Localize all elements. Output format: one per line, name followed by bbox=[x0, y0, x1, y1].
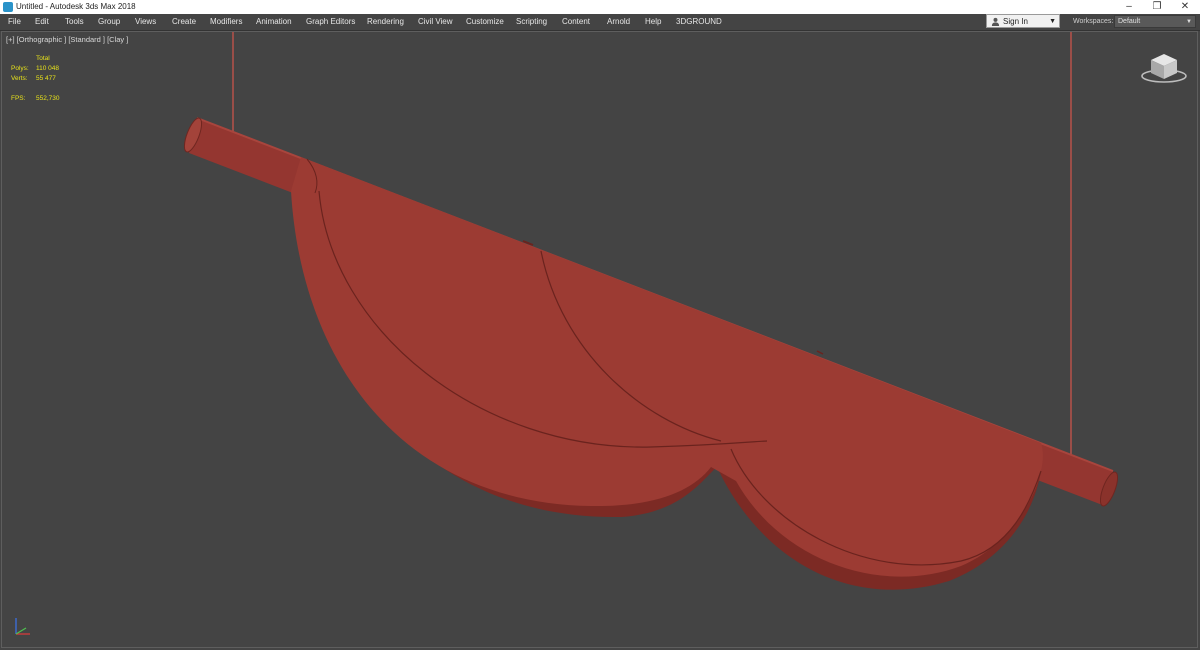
menu-content[interactable]: Content bbox=[562, 14, 590, 30]
user-icon bbox=[991, 17, 1000, 26]
scene-canvas[interactable] bbox=[2, 32, 1198, 648]
menu-customize[interactable]: Customize bbox=[466, 14, 504, 30]
fps-value: 552,730 bbox=[36, 95, 60, 102]
menu-modifiers[interactable]: Modifiers bbox=[210, 14, 242, 30]
workspaces-value: Default bbox=[1118, 18, 1141, 25]
menu-rendering[interactable]: Rendering bbox=[367, 14, 404, 30]
viewcube-icon[interactable] bbox=[1139, 50, 1189, 86]
stats-header: Total bbox=[36, 55, 50, 62]
viewport-label[interactable]: [+] [Orthographic ] [Standard ] [Clay ] bbox=[6, 35, 128, 45]
menu-scripting[interactable]: Scripting bbox=[516, 14, 547, 30]
viewport-orthographic[interactable]: [+] [Orthographic ] [Standard ] [Clay ] … bbox=[1, 31, 1198, 648]
axis-tripod-icon bbox=[15, 618, 30, 635]
sign-in-dropdown[interactable]: Sign In ▼ bbox=[986, 14, 1060, 28]
polys-value: 110 048 bbox=[36, 65, 60, 72]
close-button[interactable]: ✕ bbox=[1172, 0, 1198, 14]
restore-button[interactable]: ❐ bbox=[1144, 0, 1170, 14]
window-title: Untitled - Autodesk 3ds Max 2018 bbox=[16, 2, 136, 11]
drape-main-panel bbox=[291, 157, 1043, 577]
title-bar: Untitled - Autodesk 3ds Max 2018 – ❐ ✕ bbox=[0, 0, 1200, 14]
menu-animation[interactable]: Animation bbox=[256, 14, 292, 30]
menu-views[interactable]: Views bbox=[135, 14, 156, 30]
fps-label: FPS: bbox=[11, 95, 26, 102]
3ds-max-app-icon[interactable] bbox=[3, 2, 13, 12]
menu-help[interactable]: Help bbox=[645, 14, 661, 30]
menu-civil-view[interactable]: Civil View bbox=[418, 14, 453, 30]
drape-seam bbox=[816, 350, 824, 355]
workspaces-select[interactable]: Default ▼ bbox=[1114, 15, 1196, 28]
polys-label: Polys: bbox=[11, 65, 29, 72]
minimize-button[interactable]: – bbox=[1116, 0, 1142, 14]
verts-label: Verts: bbox=[11, 75, 28, 82]
menu-arnold[interactable]: Arnold bbox=[607, 14, 630, 30]
chevron-down-icon: ▼ bbox=[1049, 18, 1056, 25]
verts-value: 55 477 bbox=[36, 75, 56, 82]
menu-graph-editors[interactable]: Graph Editors bbox=[306, 14, 355, 30]
chevron-down-icon: ▼ bbox=[1186, 19, 1192, 25]
sign-in-label: Sign In bbox=[1003, 17, 1028, 26]
menu-tools[interactable]: Tools bbox=[65, 14, 84, 30]
menu-file[interactable]: File bbox=[8, 14, 21, 30]
menu-create[interactable]: Create bbox=[172, 14, 196, 30]
workspaces-label: Workspaces: bbox=[1073, 18, 1114, 25]
menu-group[interactable]: Group bbox=[98, 14, 120, 30]
menu-edit[interactable]: Edit bbox=[35, 14, 49, 30]
menu-3dground[interactable]: 3DGROUND bbox=[676, 14, 722, 30]
